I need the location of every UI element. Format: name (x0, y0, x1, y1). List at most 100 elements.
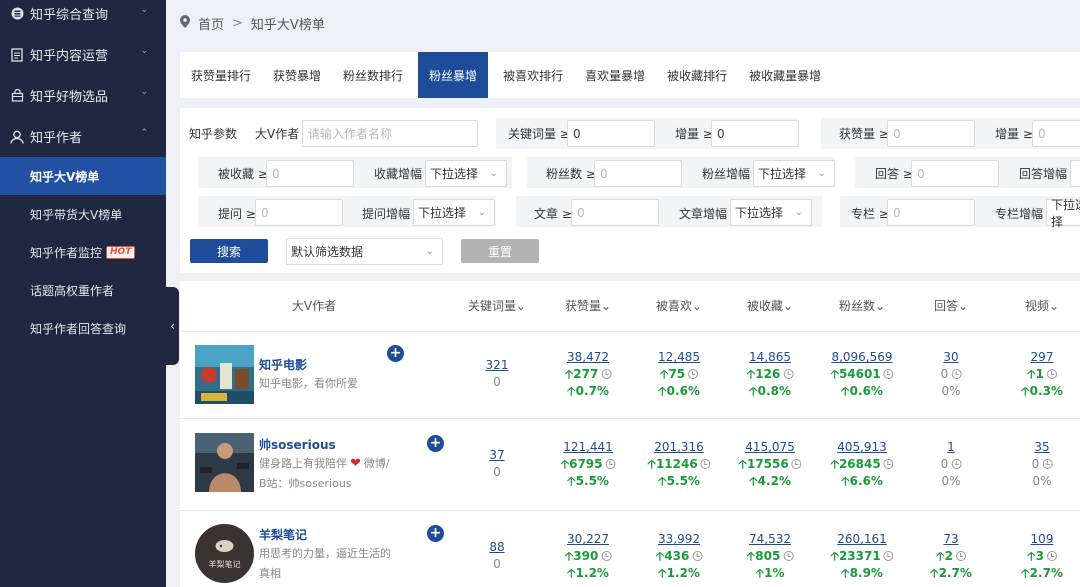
header-label: 获赞量 (564, 299, 601, 313)
question-growth-select[interactable]: 下拉选择 ⌄ (413, 199, 495, 226)
column-header-fans[interactable]: 粉丝数⌄ (839, 297, 885, 314)
tab-fav-rank[interactable]: 被收藏排行 (656, 52, 738, 98)
avatar[interactable] (195, 345, 254, 404)
fav-value[interactable]: 74,532 (747, 531, 794, 548)
delta-value: 6795 (569, 457, 603, 471)
article-growth-select[interactable]: 下拉选择 ⌄ (730, 199, 812, 226)
chevron-down-icon: ⌄ (140, 87, 148, 97)
likes-value[interactable]: 38,472 (565, 349, 612, 366)
column-growth-select[interactable]: 下拉选择 (1046, 198, 1080, 229)
keyword-sub: 0 (493, 465, 501, 479)
add-author-button[interactable]: + (427, 435, 444, 452)
keyword-count[interactable]: 37 (489, 447, 504, 464)
avatar[interactable] (195, 433, 254, 492)
preset-filter-select[interactable]: 默认筛选数据 ⌄ (286, 238, 443, 265)
answers-value[interactable]: 73 (930, 531, 972, 548)
question-min-input[interactable]: 0 (255, 199, 343, 226)
pct-value: 0.3% (1029, 384, 1063, 398)
answers-cell: 30 0 0% (941, 349, 962, 400)
reset-button[interactable]: 重置 (461, 239, 539, 263)
fav-min-input[interactable]: 0 (266, 160, 354, 187)
add-author-button[interactable]: + (387, 345, 404, 362)
tab-likes-rank[interactable]: 获赞量排行 (180, 52, 262, 98)
clock-icon (791, 459, 802, 469)
delta-value: 17556 (746, 457, 789, 471)
keyword-count[interactable]: 321 (486, 357, 509, 374)
add-author-button[interactable]: + (427, 525, 444, 542)
pct-value: 2.7% (1029, 566, 1063, 580)
arrow-up-icon: 🡡 (830, 549, 839, 563)
videos-value[interactable]: 35 (1032, 439, 1053, 456)
likes-min-input[interactable]: 0 (887, 120, 975, 147)
likes-min-label: 获赞量 ≥ (839, 127, 889, 141)
clock-icon (692, 551, 703, 561)
tab-loved-surge[interactable]: 喜欢量暴增 (574, 52, 656, 98)
loved-value[interactable]: 12,485 (658, 349, 700, 366)
author-search-input[interactable]: 请输入作者名称 (302, 120, 478, 147)
column-header-favorites[interactable]: 被收藏⌄ (747, 297, 793, 314)
keyword-count[interactable]: 88 (489, 539, 504, 556)
author-name[interactable]: 帅soserious (259, 436, 336, 453)
videos-value[interactable]: 109 (1021, 531, 1063, 548)
answers-value[interactable]: 30 (941, 349, 962, 366)
loved-cell: 33,992 🡡436 🡡1.2% (656, 531, 703, 582)
loved-value[interactable]: 33,992 (656, 531, 703, 548)
tab-likes-surge[interactable]: 获赞暴增 (262, 52, 332, 98)
sidebar-item-author-monitor[interactable]: 知乎作者监控 HOT (0, 233, 166, 271)
article-min-input[interactable]: 0 (571, 199, 659, 226)
sidebar-group-authors[interactable]: 知乎作者 ⌃ (0, 116, 166, 157)
tab-fans-surge[interactable]: 粉丝暴增 (418, 52, 489, 98)
breadcrumb-home[interactable]: 首页 (198, 14, 224, 33)
fans-min-input[interactable]: 0 (594, 160, 682, 187)
ranking-tabs: 获赞量排行 获赞暴增 粉丝数排行 粉丝暴增 被喜欢排行 喜欢量暴增 被收藏排行 … (180, 52, 1080, 98)
column-header-keyword[interactable]: 关键词量⌄ (468, 297, 526, 314)
document-icon (10, 47, 24, 62)
fans-value[interactable]: 8,096,569 (830, 349, 893, 366)
loved-value[interactable]: 201,316 (647, 439, 710, 456)
sidebar-group-content-ops[interactable]: 知乎内容运营 ⌄ (0, 34, 166, 75)
clock-icon (951, 459, 962, 469)
sidebar-item-big-v-list[interactable]: 知乎大V榜单 (0, 157, 166, 195)
sidebar-group-zhihu-query[interactable]: 知乎综合查询 ⌄ (0, 0, 166, 34)
answers-value[interactable]: 1 (941, 439, 962, 456)
author-name[interactable]: 知乎电影 (259, 356, 307, 373)
keyword-increase-input[interactable]: 0 (711, 120, 799, 147)
clock-icon (1046, 551, 1057, 561)
fav-value[interactable]: 14,865 (747, 349, 794, 366)
fav-value[interactable]: 415,075 (738, 439, 801, 456)
answer-min-input[interactable]: 0 (911, 160, 999, 187)
author-name[interactable]: 羊梨笔记 (259, 526, 307, 543)
sidebar-collapse-button[interactable]: ‹ (166, 287, 179, 365)
sort-chevron-icon: ⌄ (874, 299, 886, 313)
videos-value[interactable]: 297 (1021, 349, 1063, 366)
table-row: 羊梨笔记 羊梨笔记 用思考的力量，逼近生活的 真相 + 88 0 30,227 🡡3… (180, 510, 1080, 587)
column-min-input[interactable]: 0 (887, 199, 975, 226)
likes-value[interactable]: 121,441 (560, 439, 615, 456)
arrow-up-icon: 🡡 (830, 457, 839, 471)
search-button[interactable]: 搜索 (190, 239, 268, 263)
answer-growth-select[interactable] (1070, 160, 1080, 187)
select-value: 默认筛选数据 (291, 245, 364, 259)
sidebar-item-topic-authors[interactable]: 话题高权重作者 (0, 271, 166, 309)
fans-value[interactable]: 260,161 (830, 531, 893, 548)
sidebar-item-selling-big-v[interactable]: 知乎带货大V榜单 (0, 195, 166, 233)
sidebar-group-goods[interactable]: 知乎好物选品 ⌄ (0, 75, 166, 116)
fans-growth-select[interactable]: 下拉选择 ⌄ (753, 160, 835, 187)
column-header-loved[interactable]: 被喜欢⌄ (656, 297, 702, 314)
fav-growth-select[interactable]: 下拉选择 ⌄ (425, 160, 507, 187)
loved-delta: 🡡11246 (647, 456, 711, 473)
tab-fans-rank[interactable]: 粉丝数排行 (332, 52, 414, 98)
tab-fav-surge[interactable]: 被收藏量暴增 (738, 52, 832, 98)
sidebar-group-label: 知乎综合查询 (30, 8, 109, 23)
tab-loved-rank[interactable]: 被喜欢排行 (492, 52, 574, 98)
sidebar-item-answer-query[interactable]: 知乎作者回答查询 (0, 309, 166, 347)
column-header-likes[interactable]: 获赞量⌄ (565, 297, 611, 314)
likes-value[interactable]: 30,227 (565, 531, 612, 548)
likes-increase-input[interactable]: 0 (1032, 120, 1080, 147)
avatar[interactable]: 羊梨笔记 (195, 524, 254, 583)
clock-icon (783, 369, 794, 379)
column-header-videos[interactable]: 视频⌄ (1025, 297, 1059, 314)
fans-value[interactable]: 405,913 (830, 439, 893, 456)
keyword-min-input[interactable]: 0 (567, 120, 655, 147)
column-header-answers[interactable]: 回答⌄ (934, 297, 968, 314)
